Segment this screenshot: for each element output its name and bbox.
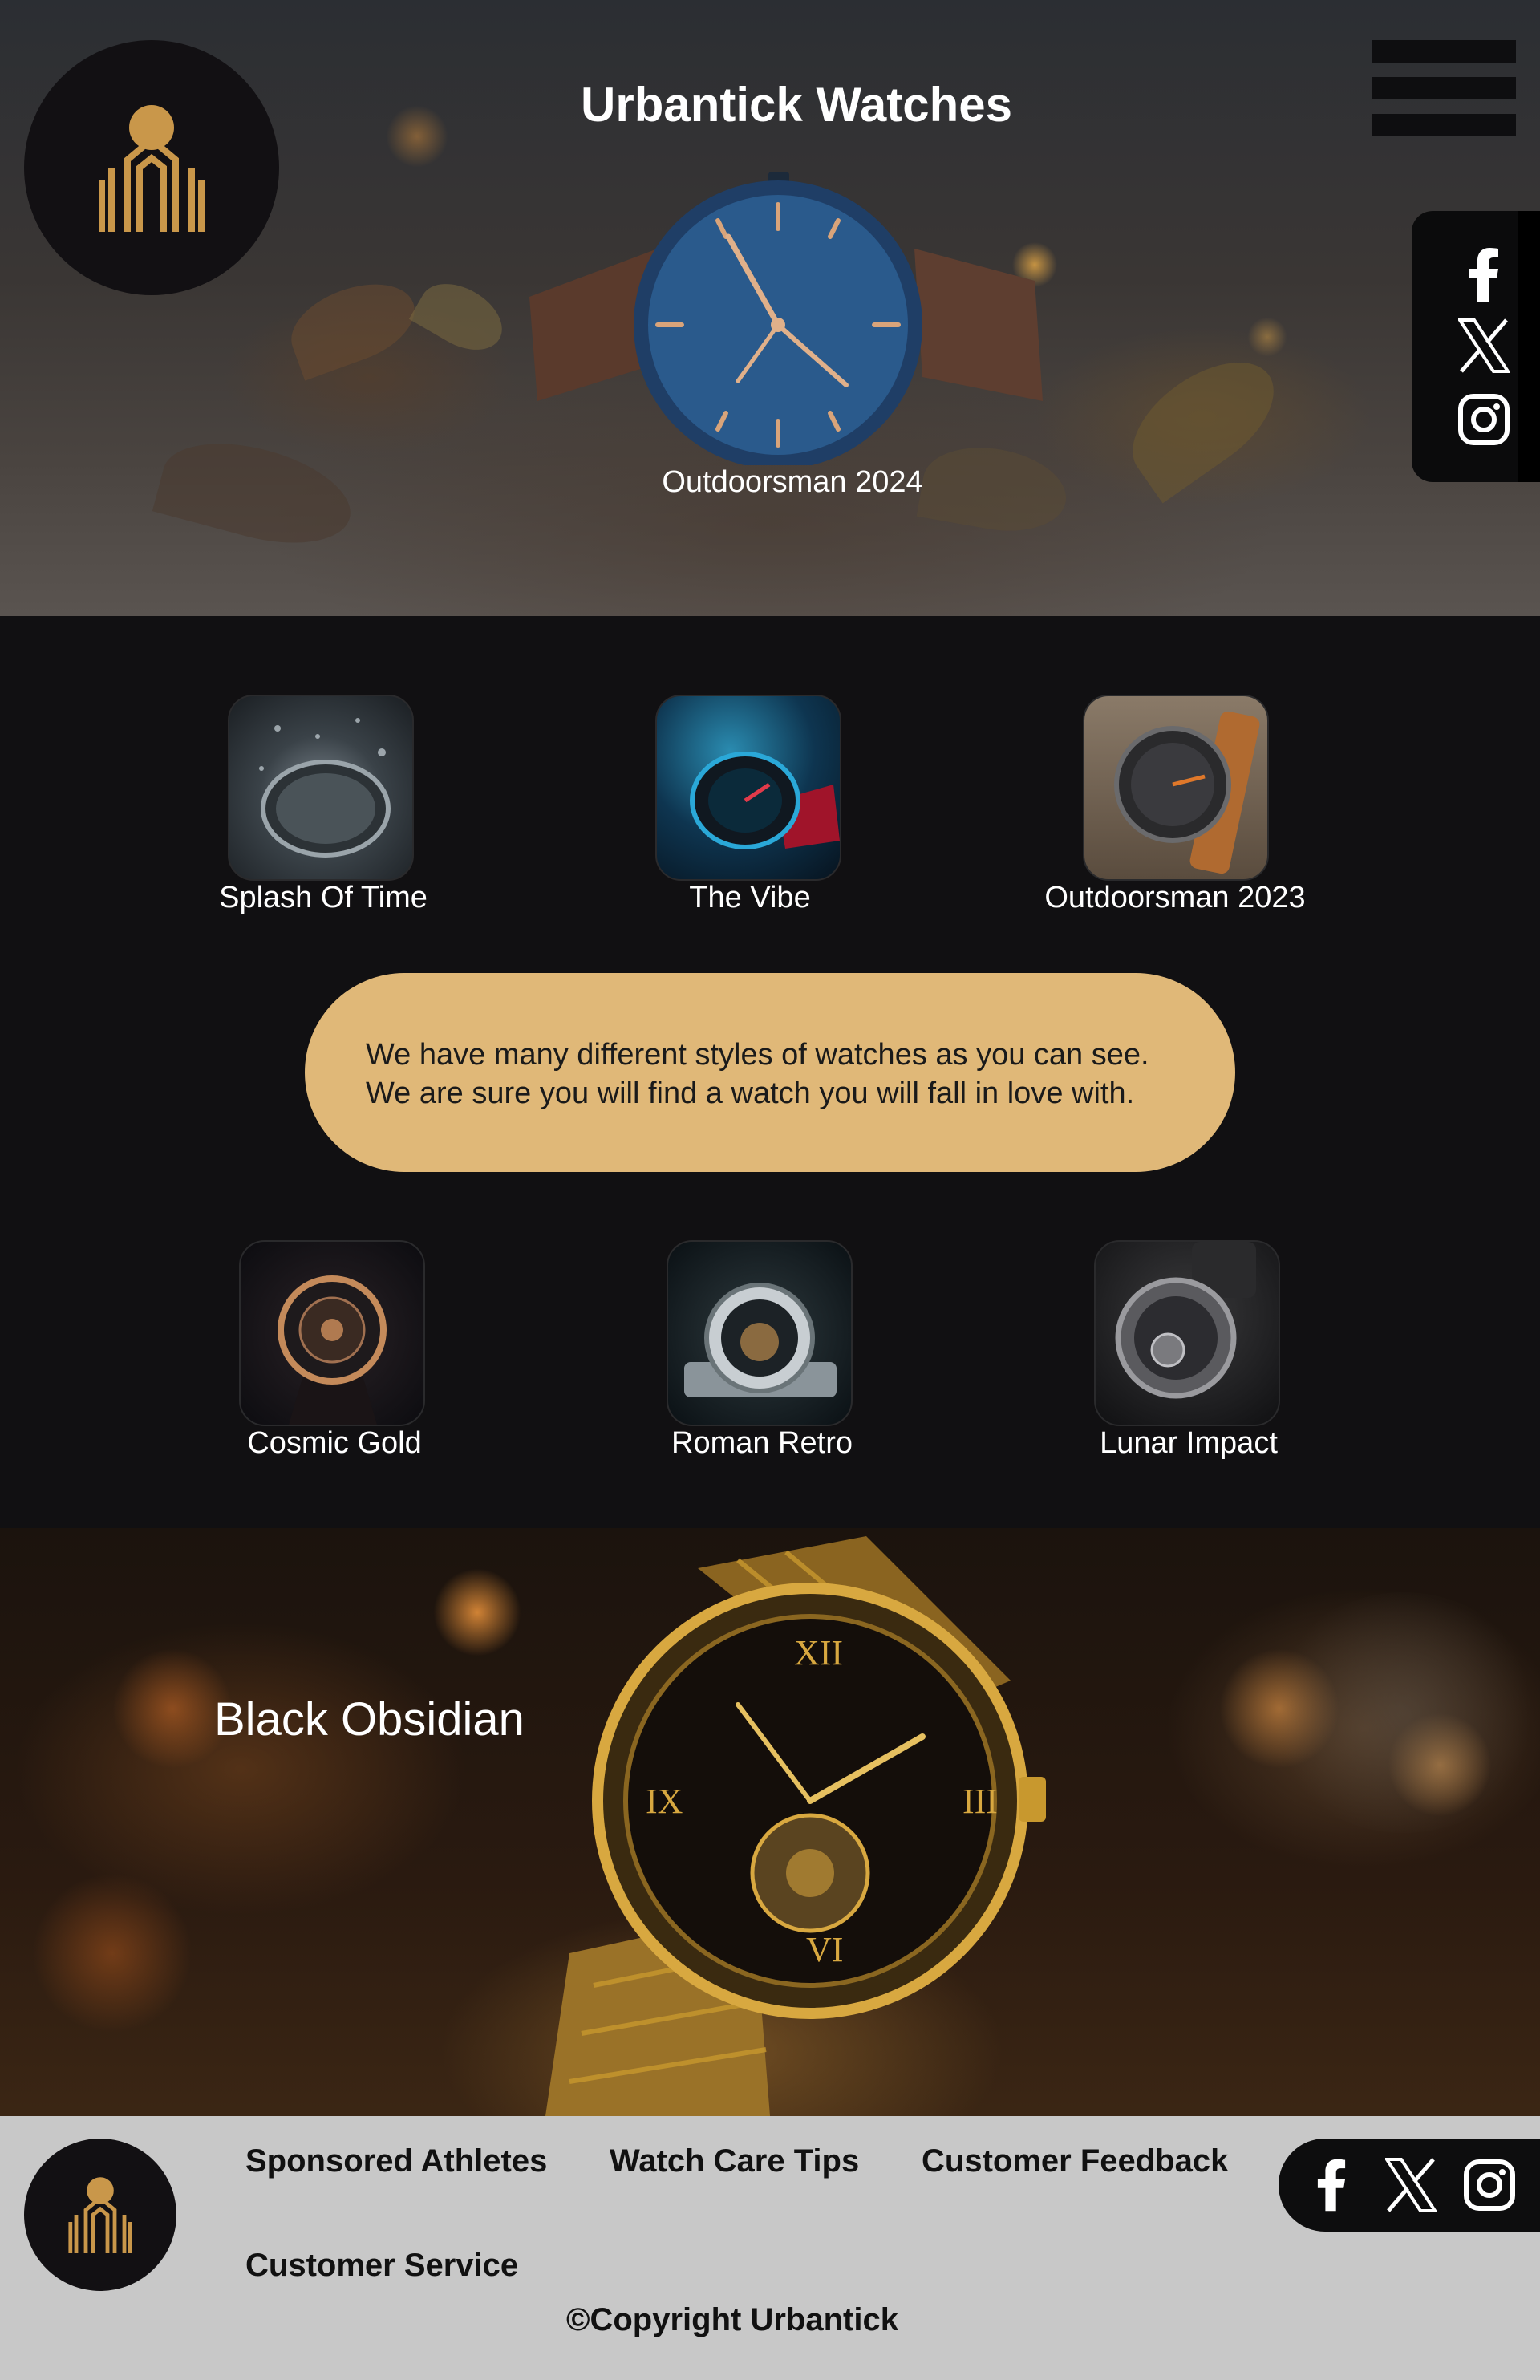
- watch-thumbnail-lunar-impact[interactable]: [1094, 1240, 1280, 1426]
- featured-watch-banner: XII III VI IX: [0, 1528, 1540, 2116]
- watch-thumbnail-roman-retro[interactable]: [667, 1240, 853, 1426]
- svg-text:VI: VI: [806, 1930, 843, 1969]
- intro-message-box: We have many different styles of watches…: [305, 973, 1235, 1172]
- intro-line: We have many different styles of watches…: [366, 1038, 1149, 1072]
- footer-link-customer-feedback[interactable]: Customer Feedback: [922, 2143, 1228, 2179]
- facebook-icon: [1317, 2159, 1346, 2212]
- instagram-icon: [1458, 394, 1510, 445]
- featured-watch-title: Black Obsidian: [214, 1693, 525, 1745]
- instagram-icon: [1464, 2159, 1515, 2211]
- watch-label: Outdoorsman 2023: [1044, 881, 1306, 914]
- instagram-link[interactable]: [1461, 2156, 1518, 2214]
- site-logo[interactable]: [24, 40, 279, 295]
- x-link[interactable]: [1383, 2156, 1439, 2214]
- social-sidebar: [1412, 211, 1540, 482]
- footer-link-watch-care-tips[interactable]: Watch Care Tips: [610, 2143, 859, 2179]
- watch-label: Roman Retro: [671, 1426, 853, 1460]
- svg-text:IX: IX: [646, 1782, 683, 1821]
- leaf-decoration: [280, 269, 426, 381]
- watch-image: [259, 718, 391, 858]
- watch-thumbnail-outdoorsman-2023[interactable]: [1083, 695, 1269, 881]
- footer-social-bar: [1279, 2139, 1540, 2232]
- facebook-icon: [1469, 248, 1498, 302]
- watch-thumbnail-the-vibe[interactable]: [655, 695, 841, 881]
- intro-line: We are sure you will find a watch you wi…: [366, 1076, 1135, 1110]
- urbantick-logo-icon: [68, 2177, 132, 2253]
- watch-image: [684, 1283, 837, 1397]
- hamburger-menu-button[interactable]: [1372, 40, 1516, 136]
- footer-link-customer-service[interactable]: Customer Service: [245, 2248, 518, 2284]
- urbantick-logo-icon: [99, 105, 205, 232]
- watch-label: Lunar Impact: [1100, 1426, 1278, 1460]
- watch-label: Cosmic Gold: [247, 1426, 422, 1460]
- facebook-link[interactable]: [1307, 2156, 1356, 2214]
- featured-watch-image: XII III VI IX: [545, 1536, 1046, 2116]
- hero-caption: Outdoorsman 2024: [662, 465, 923, 499]
- watch-image: [1115, 1242, 1256, 1399]
- hamburger-menu-icon: [1372, 77, 1516, 99]
- x-icon: [1385, 2158, 1437, 2212]
- hamburger-menu-icon: [1372, 40, 1516, 63]
- svg-text:III: III: [962, 1782, 998, 1821]
- watch-thumbnail-splash-of-time[interactable]: [228, 695, 414, 881]
- hero-watch-image: [529, 172, 1043, 465]
- watch-image: [1114, 711, 1260, 874]
- hamburger-menu-icon: [1372, 114, 1516, 136]
- watch-image: [278, 1275, 387, 1425]
- instagram-link[interactable]: [1457, 391, 1511, 448]
- watch-image: [690, 752, 840, 849]
- leaf-decoration: [408, 270, 514, 363]
- x-icon: [1458, 318, 1510, 373]
- facebook-link[interactable]: [1460, 243, 1508, 307]
- footer-logo[interactable]: [24, 2139, 176, 2291]
- x-link[interactable]: [1457, 315, 1511, 376]
- watch-label: The Vibe: [689, 881, 811, 914]
- watch-label: Splash Of Time: [219, 881, 428, 914]
- watch-thumbnail-cosmic-gold[interactable]: [239, 1240, 425, 1426]
- svg-text:XII: XII: [794, 1633, 843, 1672]
- copyright-text: ©Copyright Urbantick: [566, 2302, 898, 2337]
- footer-link-sponsored-athletes[interactable]: Sponsored Athletes: [245, 2143, 547, 2179]
